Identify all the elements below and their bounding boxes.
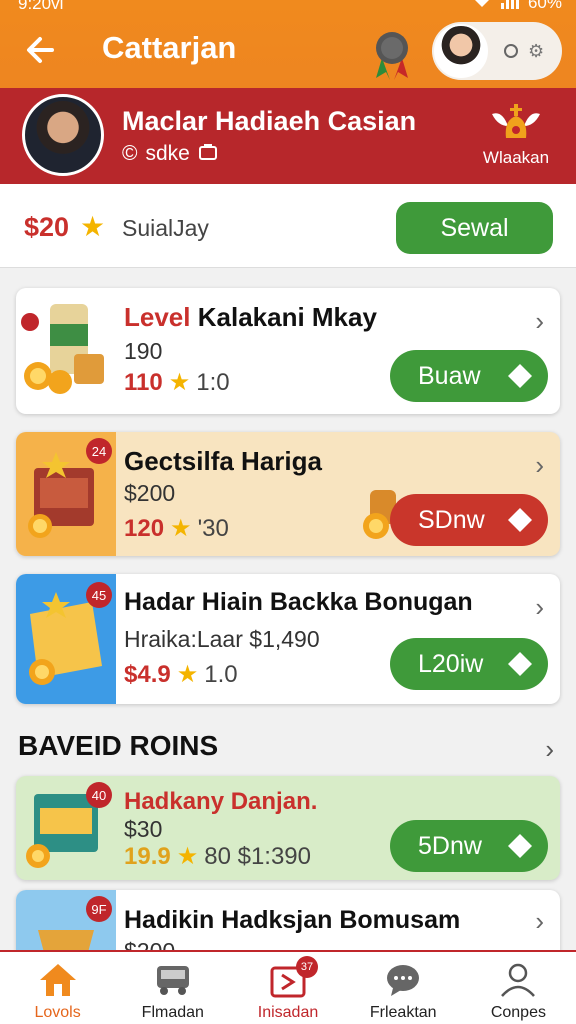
show-button-label: SDnw bbox=[418, 505, 485, 534]
app-header: 9:20vl 60% Cattarjan ⚙ bbox=[0, 0, 576, 88]
nav-item-frleaktan[interactable]: Frleaktan bbox=[346, 952, 461, 1024]
gear-icon[interactable]: ⚙ bbox=[528, 41, 544, 62]
offer-price: $30 bbox=[124, 816, 163, 842]
status-bar: 9:20vl 60% bbox=[18, 0, 562, 14]
nav-item-lovols[interactable]: Lovols bbox=[0, 952, 115, 1024]
user-name: Maclar Hadiaeh Casian bbox=[122, 106, 417, 136]
chevron-right-icon[interactable]: › bbox=[535, 592, 544, 623]
rate-value: 120 bbox=[124, 514, 165, 542]
product-thumbnail bbox=[16, 288, 116, 414]
nav-item-conpes[interactable]: Conpes bbox=[461, 952, 576, 1024]
rate-value: $4.9 bbox=[124, 660, 171, 688]
battery-level: 60% bbox=[527, 0, 562, 12]
offer-name: Hadikin Hadksjan Bomusam bbox=[124, 906, 461, 934]
show-button-label: 5Dnw bbox=[418, 831, 482, 860]
offer-price: 190 bbox=[124, 338, 163, 364]
rate-value: 110 bbox=[124, 368, 163, 396]
star-icon: ★ bbox=[170, 515, 192, 542]
nav-item-inisadan[interactable]: 37 Inisadan bbox=[230, 952, 345, 1024]
offer-name: Hadkany Danjan. bbox=[124, 788, 318, 815]
section-title: BAVEID ROINS bbox=[18, 730, 219, 761]
diamond-icon bbox=[508, 508, 532, 532]
person-icon bbox=[498, 962, 538, 998]
offer-price: $200 bbox=[124, 480, 176, 506]
offer-card[interactable]: 45 Hadar Hiain Backka Bonugan › Hraika:L… bbox=[16, 574, 560, 704]
play-box-icon: 37 bbox=[268, 956, 318, 998]
offer-rate: 110 ★ 1:0 bbox=[124, 368, 230, 397]
medal-icon[interactable] bbox=[372, 28, 412, 82]
nav-item-flmadan[interactable]: Flmadan bbox=[115, 952, 230, 1024]
count-badge: 40 bbox=[86, 782, 112, 808]
nav-label: Lovols bbox=[34, 1004, 81, 1021]
count-badge: 24 bbox=[86, 438, 112, 464]
wifi-icon bbox=[472, 0, 492, 14]
offer-card[interactable]: 40 Hadkany Danjan. $30 19.9 ★ 80 $1:390 … bbox=[16, 776, 560, 880]
claim-button-label: L20iw bbox=[418, 649, 484, 678]
status-time: 9:20vl bbox=[18, 0, 64, 13]
offer-rate: $4.9 ★ 1.0 bbox=[124, 660, 238, 689]
star-icon: ★ bbox=[168, 369, 191, 396]
offer-price: Hraika:Laar $1,490 bbox=[124, 626, 320, 652]
offer-card[interactable]: 24 Gectsilfa Hariga › $200 120 ★ '30 SDn… bbox=[16, 432, 560, 556]
profile-pill[interactable]: ⚙ bbox=[432, 22, 562, 80]
rate-secondary: '30 bbox=[197, 514, 229, 542]
star-icon: ★ bbox=[176, 661, 199, 688]
star-icon: ★ bbox=[80, 211, 106, 242]
offer-name-text: Kalakani Mkay bbox=[197, 302, 377, 332]
chevron-right-icon[interactable]: › bbox=[535, 450, 544, 481]
winged-crown-icon bbox=[488, 100, 544, 144]
nav-badge: 37 bbox=[296, 956, 318, 978]
chevron-right-icon[interactable]: › bbox=[535, 306, 544, 337]
avatar[interactable] bbox=[434, 24, 488, 78]
user-subtitle: © sdke bbox=[122, 142, 218, 166]
offer-card[interactable]: Level Kalakani Mkay › 190 110 ★ 1:0 Buaw bbox=[16, 288, 560, 414]
nav-label: Conpes bbox=[490, 1004, 546, 1021]
copyright-icon: © bbox=[122, 142, 138, 165]
rank-label: Wlaakan bbox=[482, 148, 550, 167]
nav-label: Flmadan bbox=[141, 1004, 204, 1021]
nav-label: Inisadan bbox=[257, 1004, 319, 1021]
user-handle: sdke bbox=[145, 142, 190, 165]
offer-name-prefix: Level bbox=[124, 302, 191, 332]
show-button[interactable]: 5Dnw bbox=[390, 820, 548, 872]
offer-name: Gectsilfa Hariga bbox=[124, 446, 322, 476]
rate-secondary: 1.0 bbox=[204, 660, 238, 688]
rate-value: 19.9 bbox=[124, 842, 171, 870]
count-badge: 9F bbox=[86, 896, 112, 922]
offer-name: Level Kalakani Mkay bbox=[124, 302, 377, 333]
balance-label: SuialJay bbox=[122, 215, 209, 241]
rank-badge[interactable]: Wlaakan bbox=[480, 100, 552, 168]
user-avatar[interactable] bbox=[22, 94, 104, 176]
star-icon: ★ bbox=[176, 843, 199, 870]
balance-amount: $20 bbox=[24, 212, 70, 242]
rate-secondary: 1:0 bbox=[196, 368, 230, 396]
offer-rate: 19.9 ★ 80 $1:390 bbox=[124, 842, 311, 871]
toggle-icon[interactable] bbox=[504, 44, 518, 58]
offer-name: Hadar Hiain Backka Bonugan bbox=[124, 588, 473, 616]
claim-button[interactable]: L20iw bbox=[390, 638, 548, 690]
rate-secondary: 80 $1:390 bbox=[204, 842, 312, 870]
diamond-icon bbox=[508, 652, 532, 676]
diamond-icon bbox=[508, 834, 532, 858]
back-arrow-icon[interactable] bbox=[22, 30, 62, 70]
page-title: Cattarjan bbox=[102, 30, 237, 65]
signal-icon bbox=[500, 0, 520, 14]
bag-icon bbox=[198, 142, 218, 166]
count-badge: 45 bbox=[86, 582, 112, 608]
nav-label: Frleaktan bbox=[369, 1004, 437, 1021]
profile-banner: Maclar Hadiaeh Casian © sdke Wlaakan bbox=[0, 88, 576, 184]
chevron-right-icon[interactable]: › bbox=[545, 734, 554, 765]
chevron-right-icon[interactable]: › bbox=[535, 906, 544, 937]
bottom-nav: Lovols Flmadan 37 Inisadan Frleaktan Con… bbox=[0, 950, 576, 1024]
buy-button[interactable]: Buaw bbox=[390, 350, 548, 402]
sewal-button[interactable]: Sewal bbox=[396, 202, 553, 254]
buy-button-label: Buaw bbox=[418, 361, 481, 390]
diamond-icon bbox=[508, 364, 532, 388]
chat-icon bbox=[383, 962, 423, 998]
offer-rate: 120 ★ '30 bbox=[124, 514, 229, 543]
show-button[interactable]: SDnw bbox=[390, 494, 548, 546]
home-icon bbox=[38, 962, 78, 998]
bus-icon bbox=[153, 962, 193, 998]
